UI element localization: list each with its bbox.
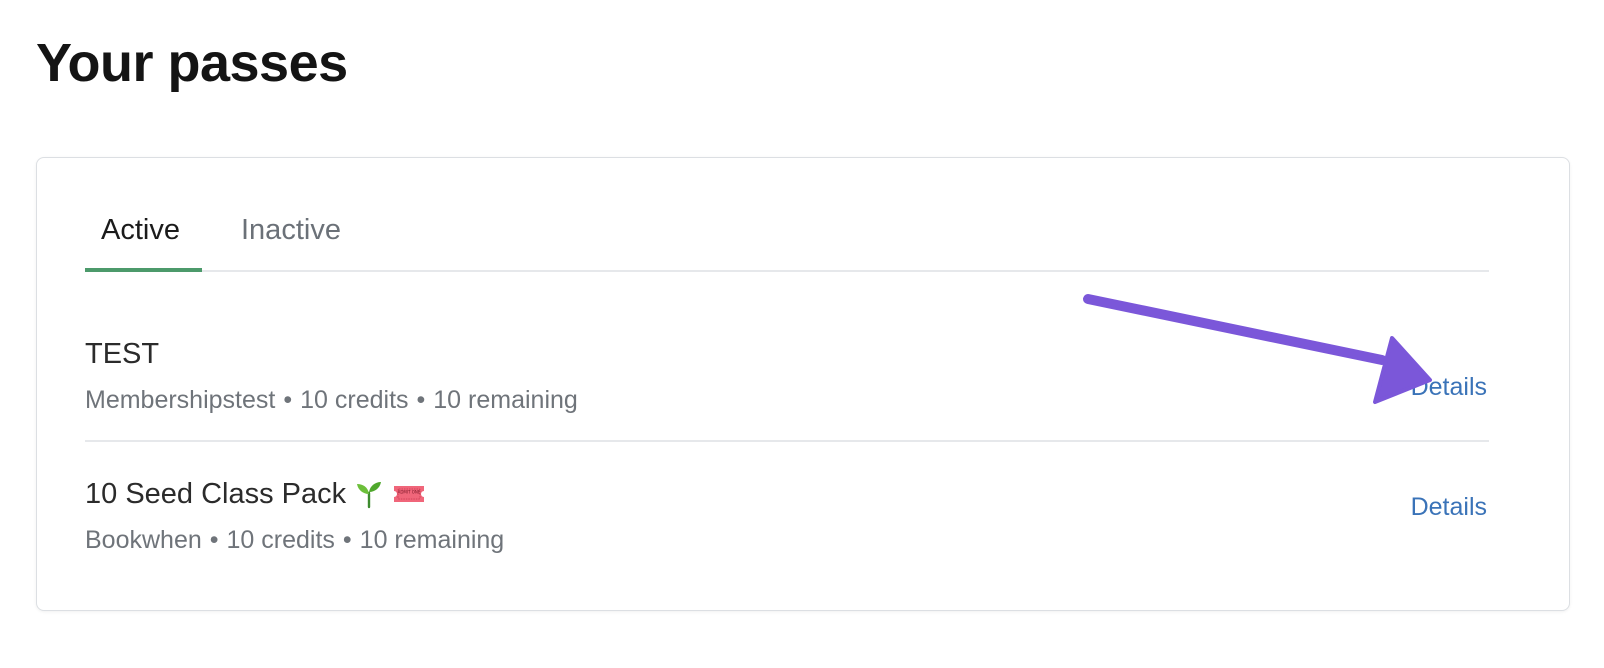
tab-inactive[interactable]: Inactive (241, 210, 341, 250)
pass-meta: Bookwhen • 10 credits • 10 remaining (85, 522, 504, 558)
pass-row-test: TEST Membershipstest • 10 credits • 10 remai… (85, 300, 1489, 442)
separator-dot: • (283, 386, 293, 414)
seedling-icon (357, 482, 382, 509)
tab-active[interactable]: Active (101, 210, 180, 250)
pass-name-text: 10 Seed Class Pack (85, 478, 347, 510)
pass-provider: Bookwhen (85, 526, 202, 554)
passes-card: Active Inactive TEST Membershipstest • 10 … (36, 157, 1570, 611)
pass-name: 10 Seed Class Pack ADMIT ONE (85, 474, 426, 514)
pass-row-seed-class-pack: 10 Seed Class Pack ADMIT ONE Bookwhen • 10… (85, 444, 1489, 584)
separator-dot: • (416, 386, 426, 414)
details-link[interactable]: Details (1411, 490, 1487, 524)
ticket-text: ADMIT ONE (398, 490, 421, 495)
admit-one-ticket-icon: ADMIT ONE (394, 486, 425, 502)
pass-remaining: 10 remaining (359, 526, 505, 554)
details-link[interactable]: Details (1411, 370, 1487, 404)
pass-meta: Membershipstest • 10 credits • 10 remaining (85, 382, 578, 418)
separator-dot: • (209, 526, 219, 554)
separator-dot: • (342, 526, 352, 554)
page-title: Your passes (36, 33, 348, 93)
active-tab-indicator (85, 268, 202, 272)
pass-provider: Membershipstest (85, 386, 276, 414)
pass-name-text: TEST (85, 338, 160, 370)
pass-tabs: Active Inactive (85, 158, 1489, 272)
pass-credits: 10 credits (226, 526, 335, 554)
pass-remaining: 10 remaining (433, 386, 578, 414)
pass-name: TEST (85, 334, 159, 374)
pass-credits: 10 credits (300, 386, 409, 414)
